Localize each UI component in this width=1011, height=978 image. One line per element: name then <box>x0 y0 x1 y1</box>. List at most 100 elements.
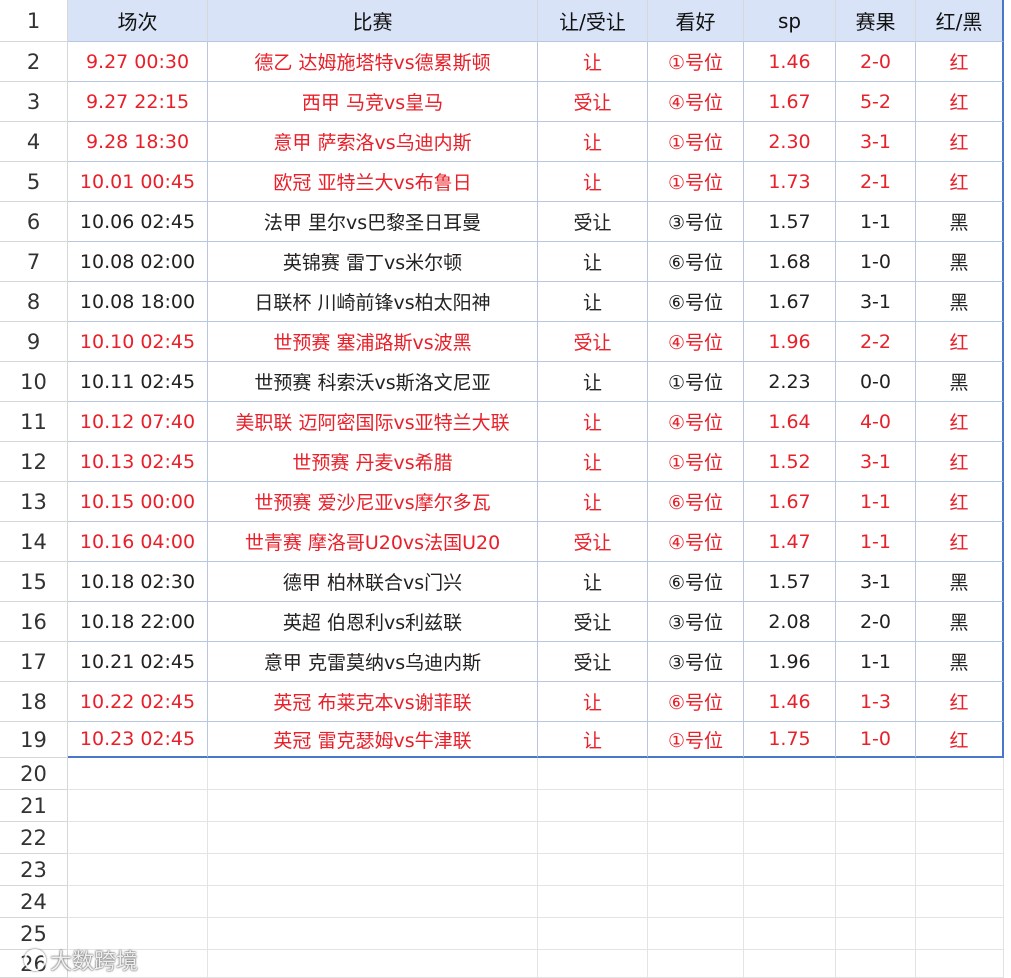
cell-pick[interactable]: ③号位 <box>648 602 744 642</box>
cell-result[interactable] <box>916 918 1004 950</box>
cell-match[interactable] <box>208 822 538 854</box>
cell-handicap[interactable]: 让 <box>538 122 648 162</box>
cell-score[interactable]: 1-0 <box>836 722 916 758</box>
cell-pick[interactable]: ④号位 <box>648 82 744 122</box>
cell-match[interactable]: 法甲 里尔vs巴黎圣日耳曼 <box>208 202 538 242</box>
row-number[interactable]: 21 <box>0 790 68 822</box>
cell-result[interactable]: 黑 <box>916 562 1004 602</box>
cell-time[interactable] <box>68 886 208 918</box>
cell-sp[interactable]: 1.96 <box>744 642 836 682</box>
cell-handicap[interactable]: 受让 <box>538 82 648 122</box>
cell-match[interactable] <box>208 918 538 950</box>
cell-result[interactable]: 红 <box>916 482 1004 522</box>
cell-match[interactable]: 意甲 克雷莫纳vs乌迪内斯 <box>208 642 538 682</box>
cell-result[interactable]: 黑 <box>916 362 1004 402</box>
cell-score[interactable] <box>836 886 916 918</box>
row-number[interactable]: 5 <box>0 162 68 202</box>
cell-time[interactable]: 10.08 02:00 <box>68 242 208 282</box>
column-header-time[interactable]: 场次 <box>68 0 208 42</box>
cell-score[interactable] <box>836 950 916 978</box>
cell-pick[interactable]: ④号位 <box>648 522 744 562</box>
cell-result[interactable]: 黑 <box>916 642 1004 682</box>
cell-handicap[interactable]: 让 <box>538 162 648 202</box>
cell-result[interactable]: 红 <box>916 42 1004 82</box>
cell-match[interactable]: 西甲 马竞vs皇马 <box>208 82 538 122</box>
cell-time[interactable]: 10.23 02:45 <box>68 722 208 758</box>
cell-pick[interactable]: ④号位 <box>648 322 744 362</box>
cell-sp[interactable] <box>744 918 836 950</box>
cell-time[interactable] <box>68 790 208 822</box>
cell-pick[interactable]: ①号位 <box>648 162 744 202</box>
cell-score[interactable] <box>836 822 916 854</box>
cell-handicap[interactable] <box>538 950 648 978</box>
cell-sp[interactable]: 2.08 <box>744 602 836 642</box>
cell-pick[interactable]: ③号位 <box>648 202 744 242</box>
cell-sp[interactable]: 1.67 <box>744 282 836 322</box>
row-number[interactable]: 19 <box>0 722 68 758</box>
cell-handicap[interactable]: 受让 <box>538 602 648 642</box>
cell-score[interactable] <box>836 790 916 822</box>
cell-match[interactable]: 德甲 柏林联合vs门兴 <box>208 562 538 602</box>
cell-handicap[interactable]: 让 <box>538 42 648 82</box>
cell-pick[interactable]: ④号位 <box>648 402 744 442</box>
cell-pick[interactable] <box>648 950 744 978</box>
cell-sp[interactable]: 1.67 <box>744 482 836 522</box>
column-header-sp[interactable]: sp <box>744 0 836 42</box>
cell-match[interactable]: 英锦赛 雷丁vs米尔顿 <box>208 242 538 282</box>
cell-pick[interactable] <box>648 886 744 918</box>
cell-result[interactable]: 黑 <box>916 202 1004 242</box>
cell-pick[interactable] <box>648 790 744 822</box>
cell-score[interactable] <box>836 854 916 886</box>
cell-result[interactable]: 红 <box>916 722 1004 758</box>
cell-time[interactable]: 10.18 02:30 <box>68 562 208 602</box>
row-number[interactable]: 2 <box>0 42 68 82</box>
cell-match[interactable]: 英冠 布莱克本vs谢菲联 <box>208 682 538 722</box>
cell-score[interactable] <box>836 918 916 950</box>
cell-result[interactable]: 红 <box>916 442 1004 482</box>
cell-pick[interactable]: ①号位 <box>648 122 744 162</box>
cell-pick[interactable]: ①号位 <box>648 442 744 482</box>
cell-match[interactable]: 英超 伯恩利vs利兹联 <box>208 602 538 642</box>
cell-time[interactable]: 10.13 02:45 <box>68 442 208 482</box>
cell-sp[interactable]: 1.52 <box>744 442 836 482</box>
cell-result[interactable]: 红 <box>916 162 1004 202</box>
cell-handicap[interactable]: 让 <box>538 362 648 402</box>
cell-pick[interactable]: ⑥号位 <box>648 682 744 722</box>
cell-time[interactable] <box>68 758 208 790</box>
cell-sp[interactable]: 1.75 <box>744 722 836 758</box>
column-header-score[interactable]: 赛果 <box>836 0 916 42</box>
cell-sp[interactable]: 2.30 <box>744 122 836 162</box>
cell-handicap[interactable]: 让 <box>538 442 648 482</box>
cell-result[interactable] <box>916 886 1004 918</box>
row-number[interactable]: 24 <box>0 886 68 918</box>
cell-sp[interactable]: 1.46 <box>744 682 836 722</box>
cell-handicap[interactable]: 受让 <box>538 642 648 682</box>
cell-score[interactable]: 1-1 <box>836 202 916 242</box>
cell-time[interactable]: 10.22 02:45 <box>68 682 208 722</box>
row-number[interactable]: 16 <box>0 602 68 642</box>
cell-handicap[interactable]: 受让 <box>538 202 648 242</box>
cell-score[interactable]: 5-2 <box>836 82 916 122</box>
cell-result[interactable]: 黑 <box>916 242 1004 282</box>
row-number[interactable]: 6 <box>0 202 68 242</box>
cell-pick[interactable]: ①号位 <box>648 362 744 402</box>
cell-pick[interactable]: ③号位 <box>648 642 744 682</box>
cell-score[interactable]: 1-3 <box>836 682 916 722</box>
cell-time[interactable]: 10.11 02:45 <box>68 362 208 402</box>
cell-result[interactable]: 红 <box>916 402 1004 442</box>
cell-score[interactable]: 3-1 <box>836 122 916 162</box>
row-number[interactable]: 11 <box>0 402 68 442</box>
cell-result[interactable] <box>916 822 1004 854</box>
cell-handicap[interactable] <box>538 918 648 950</box>
cell-time[interactable]: 10.08 18:00 <box>68 282 208 322</box>
cell-result[interactable] <box>916 854 1004 886</box>
cell-score[interactable]: 2-2 <box>836 322 916 362</box>
cell-handicap[interactable] <box>538 822 648 854</box>
cell-match[interactable] <box>208 950 538 978</box>
cell-handicap[interactable]: 受让 <box>538 322 648 362</box>
row-number[interactable]: 22 <box>0 822 68 854</box>
cell-pick[interactable]: ⑥号位 <box>648 242 744 282</box>
cell-sp[interactable]: 1.46 <box>744 42 836 82</box>
column-header-match[interactable]: 比赛 <box>208 0 538 42</box>
cell-sp[interactable] <box>744 950 836 978</box>
